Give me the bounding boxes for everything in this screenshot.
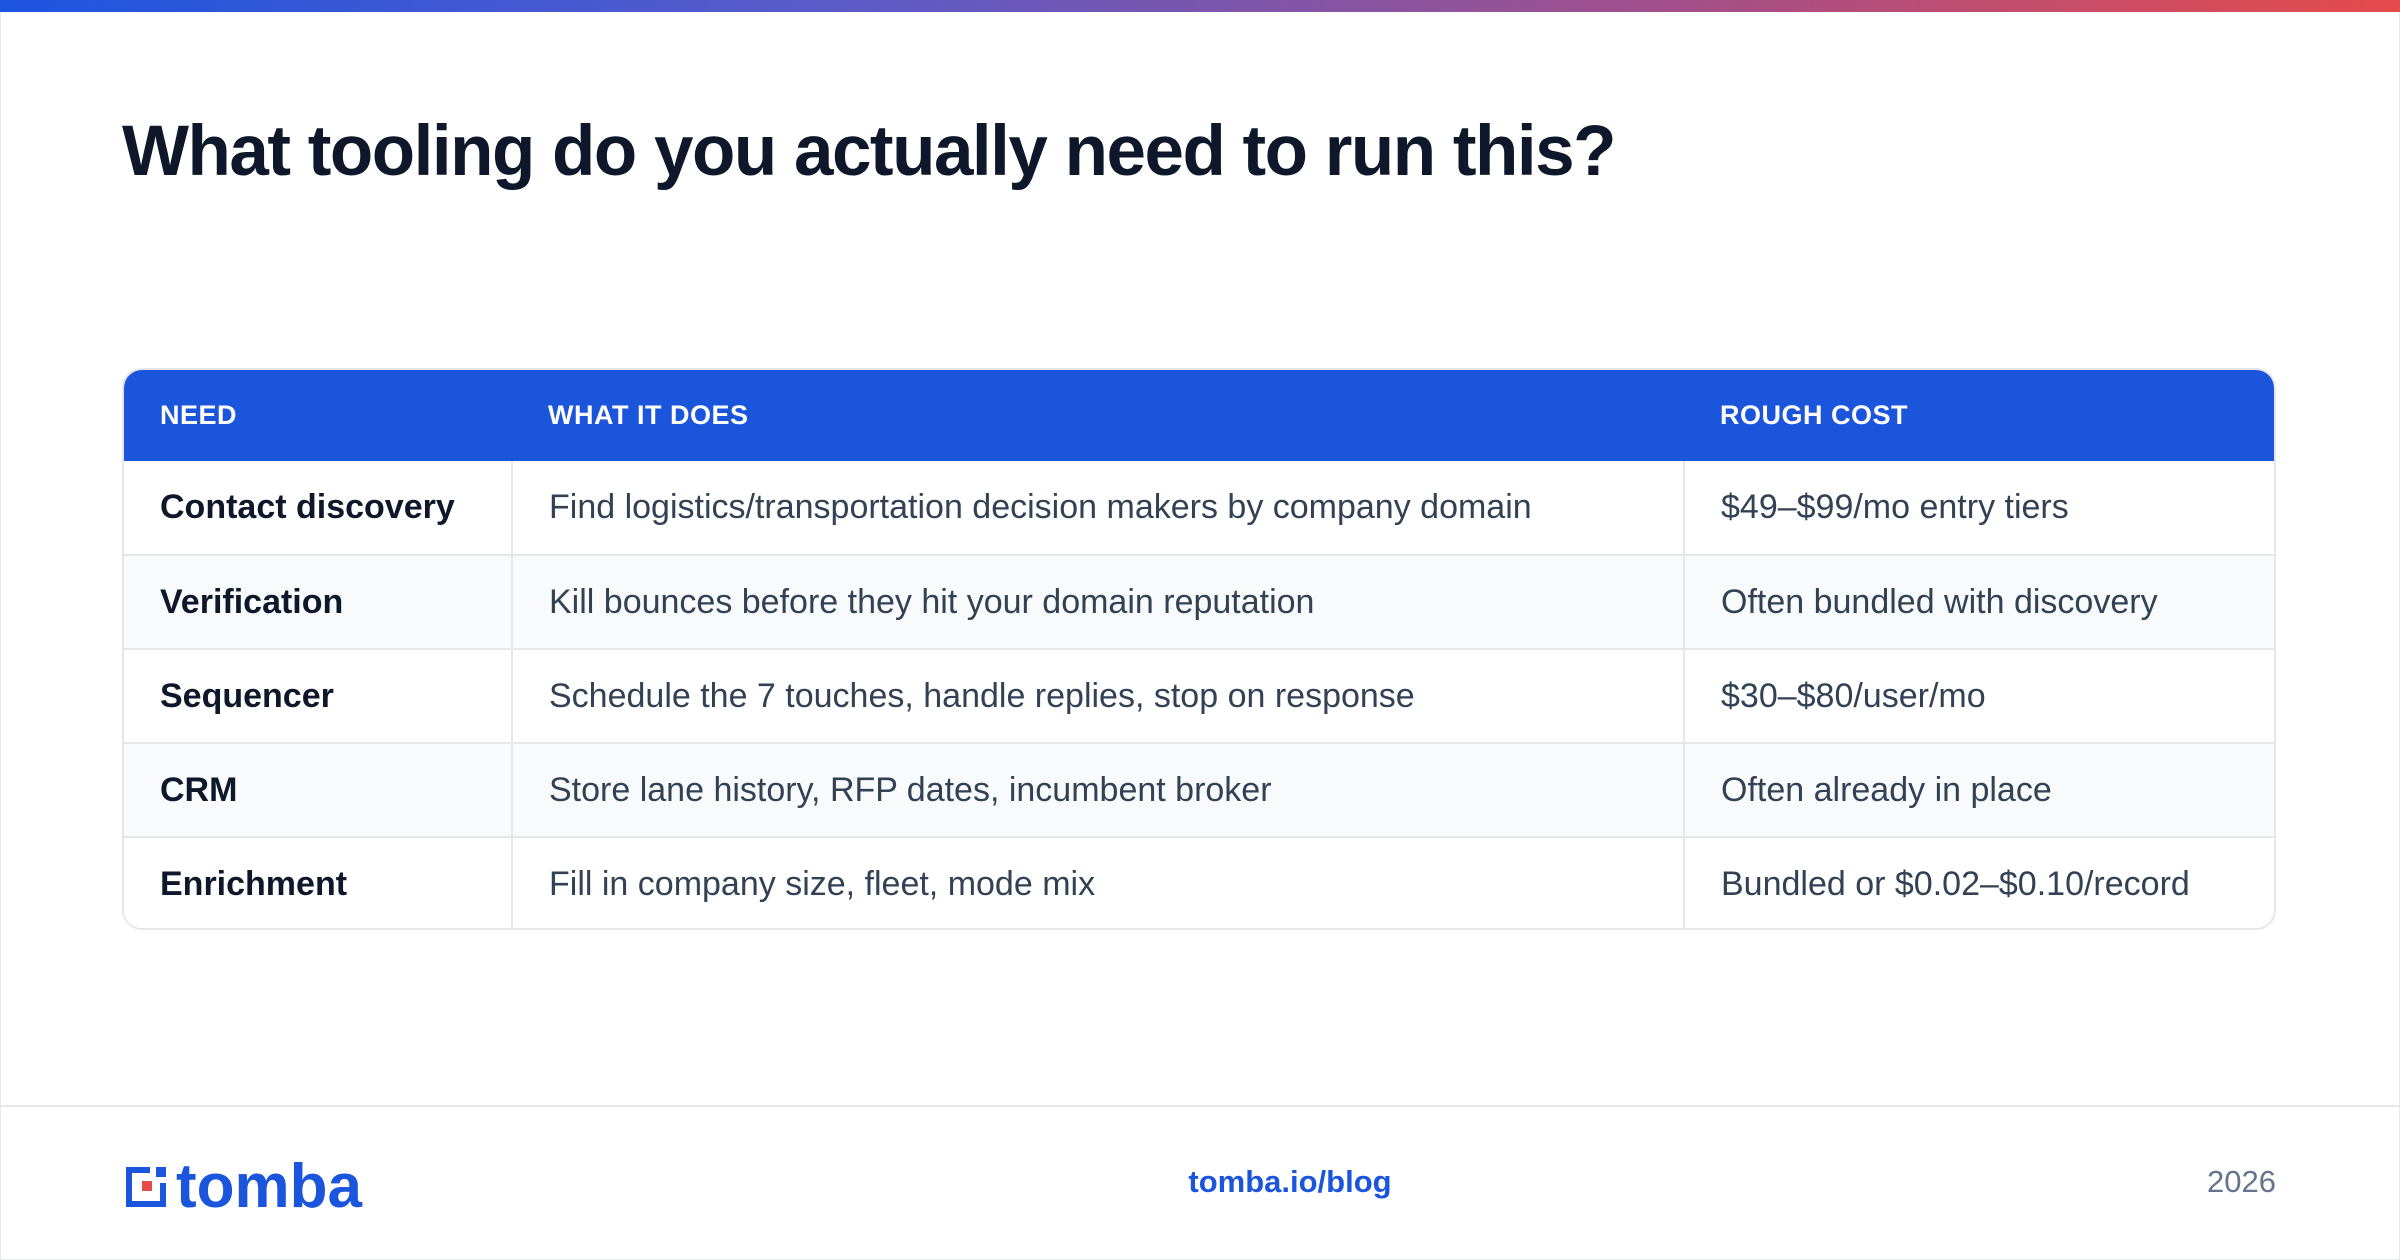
need-cell: CRM — [160, 770, 238, 809]
cost-cell: Bundled or $0.02–$0.10/record — [1683, 837, 2274, 928]
cost-cell: $49–$99/mo entry tiers — [1683, 461, 2274, 555]
page-title: What tooling do you actually need to run… — [122, 112, 1616, 191]
need-cell: Enrichment — [160, 865, 348, 903]
blog-link[interactable]: tomba.io/blog — [0, 1164, 2400, 1200]
header-rough-cost: ROUGH COST — [1720, 400, 1909, 430]
table-row: CRM Store lane history, RFP dates, incum… — [124, 743, 2274, 837]
what-cell: Find logistics/transportation decision m… — [511, 461, 1684, 555]
need-cell: Verification — [160, 582, 344, 621]
need-cell: Sequencer — [160, 676, 334, 715]
cost-cell: Often already in place — [1683, 743, 2274, 837]
tooling-table: NEED WHAT IT DOES ROUGH COST Contact dis… — [122, 368, 2276, 930]
table-header-row: NEED WHAT IT DOES ROUGH COST — [124, 370, 2274, 461]
need-cell: Contact discovery — [160, 488, 455, 526]
cost-cell: $30–$80/user/mo — [1683, 649, 2274, 743]
table-row: Sequencer Schedule the 7 touches, handle… — [124, 649, 2274, 743]
what-cell: Kill bounces before they hit your domain… — [511, 555, 1684, 649]
header-what-it-does: WHAT IT DOES — [548, 400, 749, 430]
table-row: Verification Kill bounces before they hi… — [124, 555, 2274, 649]
header-need: NEED — [160, 400, 238, 430]
what-cell: Store lane history, RFP dates, incumbent… — [511, 743, 1684, 837]
table-row: Enrichment Fill in company size, fleet, … — [124, 837, 2274, 928]
footer-year: 2026 — [2207, 1164, 2276, 1199]
footer-divider — [0, 1105, 2400, 1107]
table-row: Contact discovery Find logistics/transpo… — [124, 461, 2274, 555]
what-cell: Fill in company size, fleet, mode mix — [511, 837, 1684, 928]
top-gradient-bar — [0, 0, 2400, 12]
what-cell: Schedule the 7 touches, handle replies, … — [511, 649, 1684, 743]
cost-cell: Often bundled with discovery — [1683, 555, 2274, 649]
